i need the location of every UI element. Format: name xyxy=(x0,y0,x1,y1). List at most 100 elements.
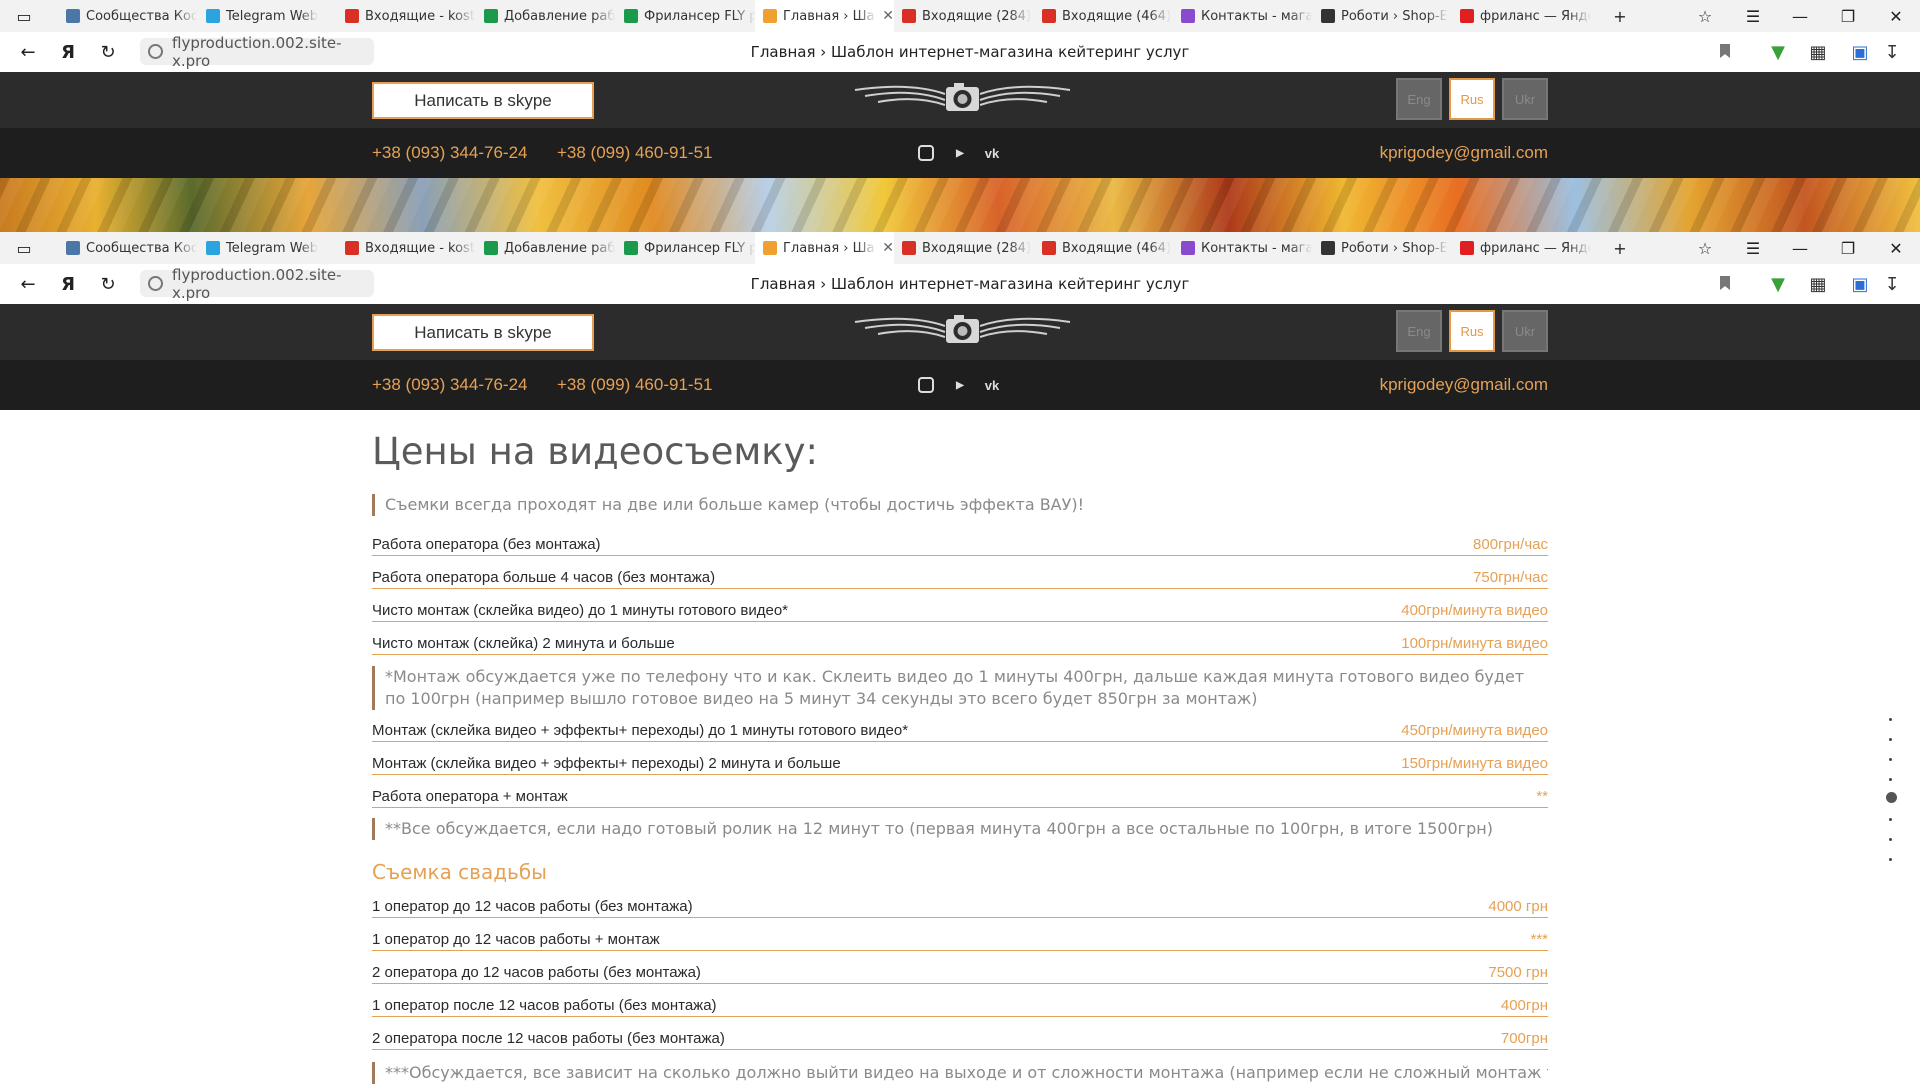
translate-icon[interactable]: ▦ xyxy=(1806,40,1830,64)
browser-tab[interactable]: Главная › Шаб ✕ xyxy=(755,0,894,32)
bookmarks-icon[interactable]: ☆ xyxy=(1685,232,1725,264)
back-icon[interactable]: ← xyxy=(10,32,46,72)
phone-link-2[interactable]: +38 (099) 460-91-51 xyxy=(557,360,712,410)
bookmark-icon[interactable] xyxy=(1720,276,1730,290)
telegram-icon xyxy=(206,9,220,23)
lang-eng-button[interactable]: Eng xyxy=(1396,310,1442,352)
section-dot[interactable] xyxy=(1889,718,1892,721)
browser-tab[interactable]: Входящие (284) xyxy=(894,0,1033,32)
restore-icon[interactable]: ❐ xyxy=(1828,232,1868,264)
browser-tab[interactable]: Сообщества Кос xyxy=(58,232,197,264)
price-value: 750грн/час xyxy=(1473,569,1548,586)
lang-ukr-button[interactable]: Ukr xyxy=(1502,78,1548,120)
price-row: Монтаж (склейка видео + эффекты+ переход… xyxy=(372,749,1548,775)
lang-rus-button[interactable]: Rus xyxy=(1449,78,1495,120)
section-dot[interactable] xyxy=(1889,858,1892,861)
browser-tab[interactable]: Главная › Шаб ✕ xyxy=(755,232,894,264)
browser-tab[interactable]: Добавление раб xyxy=(476,232,615,264)
browser-tab[interactable]: Роботи › Shop-E xyxy=(1313,232,1452,264)
download-extension-icon[interactable]: ▼ xyxy=(1766,40,1790,64)
section-dot[interactable] xyxy=(1889,838,1892,841)
vk-icon[interactable]: vk xyxy=(983,376,1001,394)
browser-tab[interactable]: Входящие (464) xyxy=(1034,232,1173,264)
skype-button[interactable]: Написать в skype xyxy=(372,314,594,351)
section-dot-active[interactable] xyxy=(1886,792,1897,803)
instagram-icon[interactable] xyxy=(918,145,934,161)
browser-tab[interactable]: Добавление раб xyxy=(476,0,615,32)
downloads-icon[interactable]: ↧ xyxy=(1880,40,1904,64)
section-dot[interactable] xyxy=(1889,778,1892,781)
browser-tab[interactable]: Контакты - мага xyxy=(1173,232,1312,264)
minimize-icon[interactable]: — xyxy=(1780,232,1820,264)
close-tab-icon[interactable]: ✕ xyxy=(882,240,894,256)
reload-icon[interactable]: ↻ xyxy=(90,32,126,72)
browser-tab[interactable]: Фрилансер FLY р xyxy=(616,0,755,32)
download-extension-icon[interactable]: ▼ xyxy=(1766,272,1790,296)
menu-icon[interactable]: ☰ xyxy=(1733,0,1773,32)
tab-label: Входящие (464) xyxy=(1062,240,1172,256)
browser-tab[interactable]: Фрилансер FLY р xyxy=(616,232,755,264)
phone-link-1[interactable]: +38 (093) 344-76-24 xyxy=(372,128,527,178)
menu-icon[interactable]: ☰ xyxy=(1733,232,1773,264)
close-window-icon[interactable]: ✕ xyxy=(1876,232,1916,264)
price-item-name: Чисто монтаж (склейка) 2 минута и больше xyxy=(372,635,675,652)
price-row: 1 оператор до 12 часов работы + монтаж **… xyxy=(372,925,1548,951)
price-row: Работа оператора + монтаж ** xyxy=(372,782,1548,808)
yandex-logo-icon[interactable]: Я xyxy=(50,32,86,72)
close-window-icon[interactable]: ✕ xyxy=(1876,0,1916,32)
browser-tab[interactable]: фриланс — Янде xyxy=(1452,0,1591,32)
section-dot[interactable] xyxy=(1889,818,1892,821)
sidebar-toggle-icon[interactable]: ▭ xyxy=(4,0,44,32)
browser-tab[interactable]: Telegram Web xyxy=(198,232,337,264)
bookmarks-icon[interactable]: ☆ xyxy=(1685,0,1725,32)
telegram-icon xyxy=(206,241,220,255)
browser-tab[interactable]: Контакты - мага xyxy=(1173,0,1312,32)
translate-icon[interactable]: ▦ xyxy=(1806,272,1830,296)
new-tab-icon[interactable]: + xyxy=(1600,0,1640,32)
yandex-icon xyxy=(1460,9,1474,23)
url-field[interactable]: flyproduction.002.site-x.pro xyxy=(140,34,374,70)
skype-button[interactable]: Написать в skype xyxy=(372,82,594,119)
browser-tab[interactable]: Telegram Web xyxy=(198,0,337,32)
browser-tab[interactable]: Сообщества Кос xyxy=(58,0,197,32)
vk-icon[interactable]: vk xyxy=(983,144,1001,162)
phone-link-1[interactable]: +38 (093) 344-76-24 xyxy=(372,360,527,410)
email-link[interactable]: kprigodey@gmail.com xyxy=(1380,128,1548,178)
instagram-icon[interactable] xyxy=(918,377,934,393)
tab-label: Входящие (284) xyxy=(922,240,1032,256)
image-extension-icon[interactable]: ▣ xyxy=(1848,40,1872,64)
new-tab-icon[interactable]: + xyxy=(1600,232,1640,264)
phone-link-2[interactable]: +38 (099) 460-91-51 xyxy=(557,128,712,178)
section-dot[interactable] xyxy=(1889,758,1892,761)
browser-tab[interactable]: Входящие (284) xyxy=(894,232,1033,264)
image-extension-icon[interactable]: ▣ xyxy=(1848,272,1872,296)
minimize-icon[interactable]: — xyxy=(1780,0,1820,32)
browser-tab[interactable]: Входящие - kost xyxy=(337,232,476,264)
yandex-logo-icon[interactable]: Я xyxy=(50,264,86,304)
tab-label: Telegram Web xyxy=(226,240,319,256)
browser-tab[interactable]: Входящие - kost xyxy=(337,0,476,32)
bookmark-icon[interactable] xyxy=(1720,44,1730,58)
price-value: ** xyxy=(1536,788,1548,805)
youtube-icon[interactable]: ▶ xyxy=(951,376,969,394)
url-field[interactable]: flyproduction.002.site-x.pro xyxy=(140,266,374,302)
globe-icon xyxy=(148,44,163,59)
sidebar-toggle-icon[interactable]: ▭ xyxy=(4,232,44,264)
yandex-icon xyxy=(1460,241,1474,255)
close-tab-icon[interactable]: ✕ xyxy=(882,8,894,24)
downloads-icon[interactable]: ↧ xyxy=(1880,272,1904,296)
restore-icon[interactable]: ❐ xyxy=(1828,0,1868,32)
youtube-icon[interactable]: ▶ xyxy=(951,144,969,162)
lang-ukr-button[interactable]: Ukr xyxy=(1502,310,1548,352)
email-link[interactable]: kprigodey@gmail.com xyxy=(1380,360,1548,410)
site-topbar: Написать в skype Eng Rus Ukr xyxy=(0,304,1920,360)
reload-icon[interactable]: ↻ xyxy=(90,264,126,304)
back-icon[interactable]: ← xyxy=(10,264,46,304)
browser-tab[interactable]: Роботи › Shop-E xyxy=(1313,0,1452,32)
browser-tab[interactable]: Входящие (464) xyxy=(1034,0,1173,32)
lang-rus-button[interactable]: Rus xyxy=(1449,310,1495,352)
note-discuss: **Все обсуждается, если надо готовый рол… xyxy=(372,818,1493,840)
lang-eng-button[interactable]: Eng xyxy=(1396,78,1442,120)
section-dot[interactable] xyxy=(1889,738,1892,741)
browser-tab[interactable]: фриланс — Янде xyxy=(1452,232,1591,264)
